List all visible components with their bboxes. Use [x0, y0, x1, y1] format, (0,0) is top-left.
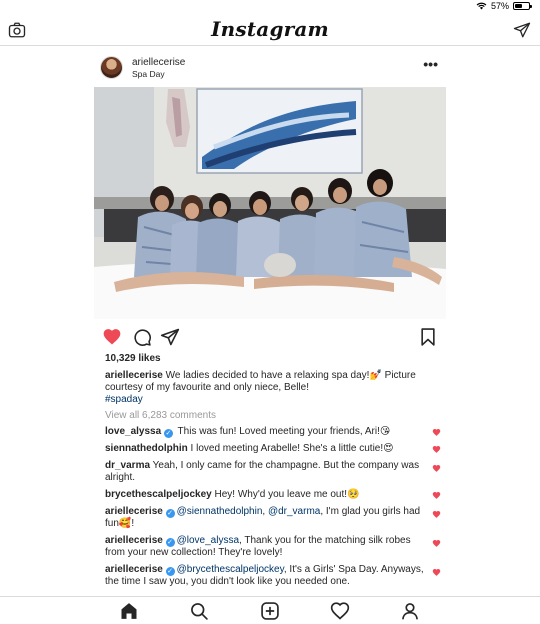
avatar[interactable]: [100, 56, 123, 79]
caption-username[interactable]: ariellecerise: [105, 370, 163, 381]
verified-badge-icon: ✓: [165, 538, 175, 547]
home-icon[interactable]: [119, 601, 139, 621]
comment-username[interactable]: love_alyssa: [105, 426, 161, 437]
comment-row: ariellecerise ✓ @brycethescalpeljockey, I…: [105, 564, 445, 588]
new-post-icon[interactable]: [260, 601, 280, 621]
comments-list: love_alyssa ✓ This was fun! Loved meetin…: [105, 426, 445, 588]
comment-row: dr_varma Yeah, I only came for the champ…: [105, 460, 445, 484]
like-heart-icon[interactable]: [102, 327, 122, 347]
comment-like-heart-icon[interactable]: [432, 445, 441, 454]
share-icon[interactable]: [160, 327, 180, 347]
bottom-nav: [0, 596, 540, 624]
post-header: ariellecerise Spa Day •••: [94, 52, 446, 86]
comment-row: brycethescalpeljockey Hey! Why'd you lea…: [105, 489, 445, 501]
post-username[interactable]: ariellecerise: [132, 57, 185, 68]
post-photo[interactable]: [94, 87, 446, 319]
comment-row: love_alyssa ✓ This was fun! Loved meetin…: [105, 426, 445, 438]
battery-icon: [513, 2, 532, 10]
verified-badge-icon: ✓: [163, 429, 173, 438]
battery-level: [515, 4, 523, 8]
top-nav: Instagram: [0, 14, 540, 46]
verified-badge-icon: ✓: [165, 509, 175, 518]
comment-mention[interactable]: @siennathedolphin: [177, 506, 263, 517]
comment-username[interactable]: brycethescalpeljockey: [105, 489, 212, 500]
status-right: 57%: [476, 1, 532, 11]
battery-percent: 57%: [490, 1, 509, 11]
post-actions: [94, 326, 446, 348]
save-bookmark-icon[interactable]: [418, 327, 438, 347]
comment-username[interactable]: ariellecerise: [105, 535, 163, 546]
more-options-icon[interactable]: •••: [423, 57, 438, 71]
wifi-icon: [476, 2, 487, 10]
search-icon[interactable]: [189, 601, 209, 621]
comment-like-heart-icon[interactable]: [432, 510, 441, 519]
comment-icon[interactable]: [132, 327, 152, 347]
comment-row: ariellecerise ✓ @love_alyssa, Thank you f…: [105, 535, 445, 559]
post-photo-image: [94, 87, 446, 319]
direct-message-icon[interactable]: [513, 21, 531, 39]
comment-row: siennathedolphin I loved meeting Arabell…: [105, 443, 445, 455]
post-location[interactable]: Spa Day: [132, 69, 165, 79]
comment-like-heart-icon[interactable]: [432, 568, 441, 577]
verified-badge-icon: ✓: [165, 567, 175, 576]
comment-username[interactable]: ariellecerise: [105, 506, 163, 517]
comment-mention[interactable]: @dr_varma: [268, 506, 320, 517]
comment-text: Yeah, I only came for the champagne. But…: [105, 460, 420, 483]
caption-hashtag[interactable]: #spaday: [105, 394, 143, 405]
status-bar: 57%: [0, 0, 540, 14]
comment-like-heart-icon[interactable]: [432, 464, 441, 473]
comment-username[interactable]: ariellecerise: [105, 564, 163, 575]
instagram-logo[interactable]: Instagram: [0, 17, 540, 41]
view-all-comments-link[interactable]: View all 6,283 comments: [105, 410, 216, 421]
comment-text: Hey! Why'd you leave me out!🥺: [211, 489, 360, 500]
comment-mention[interactable]: @love_alyssa: [177, 535, 239, 546]
comment-mention[interactable]: @brycethescalpeljockey: [177, 564, 284, 575]
comment-like-heart-icon[interactable]: [432, 491, 441, 500]
likes-count[interactable]: 10,329 likes: [105, 353, 161, 364]
comment-like-heart-icon[interactable]: [432, 539, 441, 548]
activity-icon[interactable]: [330, 601, 350, 621]
comment-username[interactable]: siennathedolphin: [105, 443, 188, 454]
post-caption: ariellecerise We ladies decided to have …: [105, 370, 435, 394]
comment-text: This was fun! Loved meeting your friends…: [174, 426, 391, 437]
profile-icon[interactable]: [400, 601, 420, 621]
comment-like-heart-icon[interactable]: [432, 428, 441, 437]
comment-username[interactable]: dr_varma: [105, 460, 150, 471]
comment-row: ariellecerise ✓ @siennathedolphin, @dr_va…: [105, 506, 445, 530]
comment-text: I loved meeting Arabelle! She's a little…: [187, 443, 394, 454]
